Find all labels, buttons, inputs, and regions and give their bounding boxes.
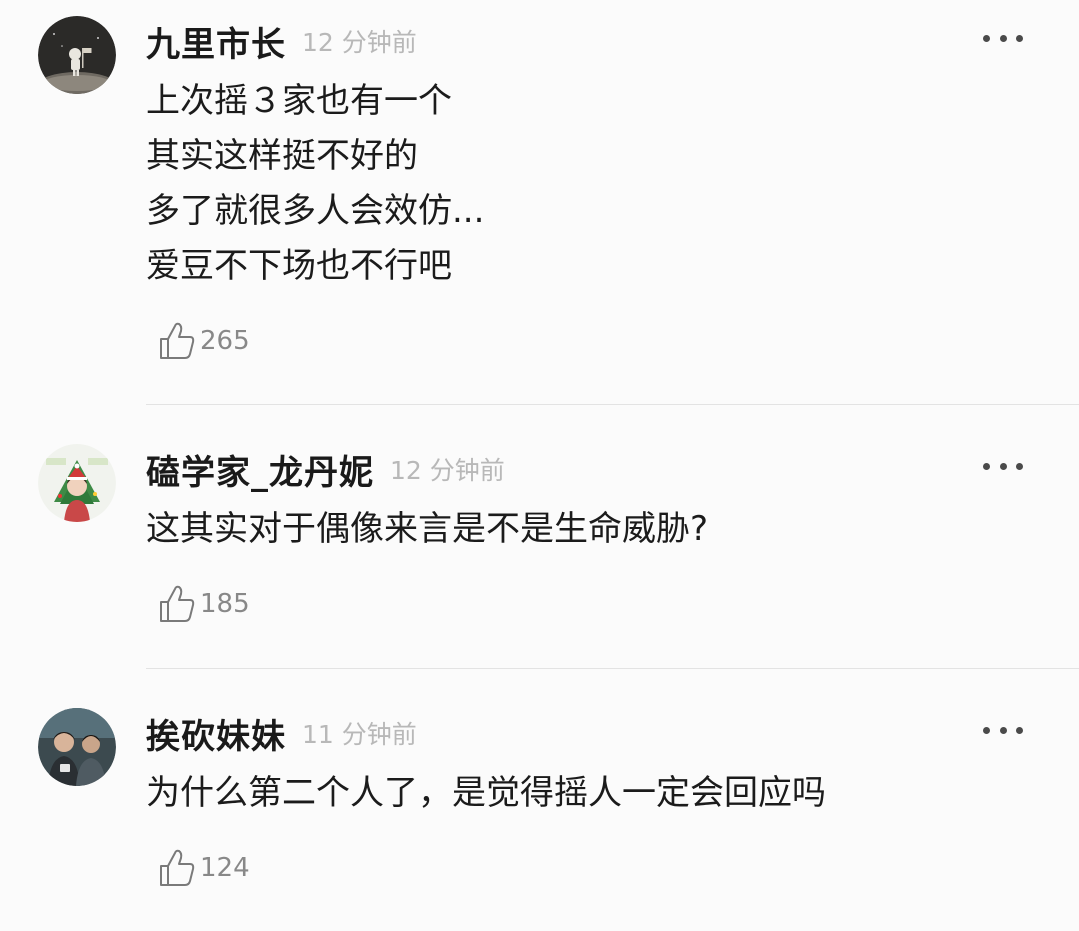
- more-dots-icon[interactable]: [983, 452, 1023, 480]
- dot: [983, 726, 990, 734]
- like-button[interactable]: 124: [158, 845, 250, 891]
- dot: [999, 462, 1007, 470]
- comment-line: 多了就很多人会效仿...: [146, 191, 485, 231]
- comment-text: 这其实对于偶像来言是不是生命威胁?: [146, 502, 1026, 557]
- comment-header: 磕学家_龙丹妮 12 分钟前: [146, 444, 505, 494]
- like-button[interactable]: 185: [158, 581, 250, 627]
- comment-line: 其实这样挺不好的: [146, 136, 418, 176]
- avatar[interactable]: [38, 16, 116, 94]
- timestamp: 11 分钟前: [302, 720, 417, 749]
- thumbs-up-outline-icon: [160, 585, 195, 622]
- comment-line: 上次摇３家也有一个: [146, 81, 452, 121]
- astronaut-moon-avatar-icon: [38, 16, 116, 94]
- thumbs-up-outline-icon: [160, 322, 195, 359]
- like-count: 124: [200, 853, 250, 883]
- more-dots-icon[interactable]: [983, 716, 1023, 744]
- comment-line: 爱豆不下场也不行吧: [146, 246, 452, 286]
- comment-item: 挨砍妹妹 11 分钟前 为什么第二个人了，是觉得摇人一定会回应吗 124: [0, 692, 1079, 931]
- timestamp: 12 分钟前: [302, 28, 417, 57]
- comment-text: 上次摇３家也有一个 其实这样挺不好的 多了就很多人会效仿... 爱豆不下场也不行…: [146, 74, 1026, 294]
- dot: [1016, 726, 1023, 734]
- thumbs-up-outline-icon: [160, 849, 195, 886]
- like-button[interactable]: 265: [158, 318, 250, 364]
- dot: [999, 34, 1007, 42]
- divider: [146, 404, 1079, 405]
- comment-line: 这其实对于偶像来言是不是生命威胁?: [146, 509, 709, 549]
- dot: [1016, 34, 1023, 42]
- username[interactable]: 挨砍妹妹: [146, 709, 286, 758]
- comment-header: 九里市长 12 分钟前: [146, 16, 417, 66]
- comment-line: 为什么第二个人了，是觉得摇人一定会回应吗: [146, 773, 826, 813]
- more-dots-icon[interactable]: [983, 24, 1023, 52]
- two-people-avatar-icon: [38, 708, 116, 786]
- dot: [983, 34, 990, 42]
- username[interactable]: 九里市长: [146, 17, 286, 66]
- like-count: 185: [200, 589, 250, 619]
- comment-item: 九里市长 12 分钟前 上次摇３家也有一个 其实这样挺不好的 多了就很多人会效仿…: [0, 0, 1079, 405]
- username[interactable]: 磕学家_龙丹妮: [146, 445, 374, 494]
- dot: [1016, 462, 1023, 470]
- like-count: 265: [200, 326, 250, 356]
- dot: [983, 462, 990, 470]
- comment-header: 挨砍妹妹 11 分钟前: [146, 708, 417, 758]
- divider: [146, 668, 1079, 669]
- comment-text: 为什么第二个人了，是觉得摇人一定会回应吗: [146, 766, 1026, 821]
- timestamp: 12 分钟前: [390, 456, 505, 485]
- avatar[interactable]: [38, 708, 116, 786]
- christmas-tree-avatar-icon: [38, 444, 116, 522]
- dot: [999, 726, 1007, 734]
- avatar[interactable]: [38, 444, 116, 522]
- comment-item: 磕学家_龙丹妮 12 分钟前 这其实对于偶像来言是不是生命威胁? 185: [0, 428, 1079, 669]
